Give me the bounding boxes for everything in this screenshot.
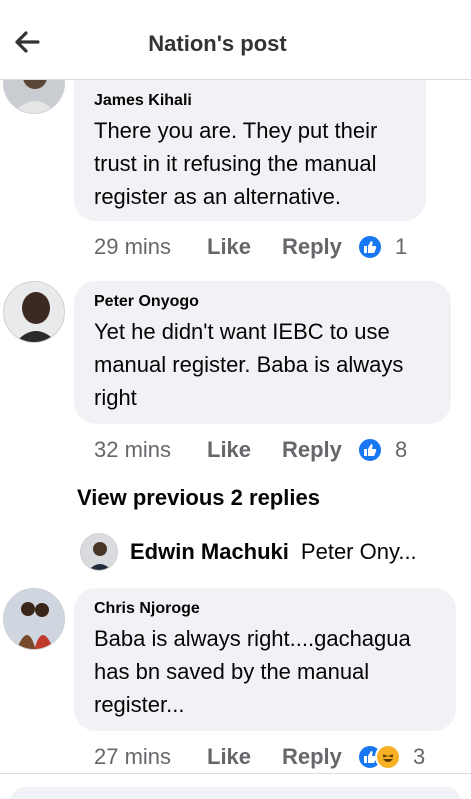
comment-author[interactable]: James Kihali <box>94 92 406 110</box>
comment-actions: 32 mins Like Reply 8 <box>94 435 407 465</box>
like-button[interactable]: Like <box>207 744 282 770</box>
avatar[interactable] <box>3 281 65 343</box>
comment-text: Yet he didn't want IEBC to use manual re… <box>94 319 404 410</box>
comment-bubble[interactable]: Peter Onyogo Yet he didn't want IEBC to … <box>74 281 451 424</box>
avatar[interactable] <box>80 533 118 571</box>
comment-author[interactable]: Peter Onyogo <box>94 293 431 311</box>
comment-composer-bar <box>0 773 471 799</box>
like-reaction-icon <box>357 437 383 463</box>
like-button[interactable]: Like <box>207 234 282 260</box>
avatar[interactable] <box>3 80 65 114</box>
avatar[interactable] <box>3 588 65 650</box>
reply-button[interactable]: Reply <box>282 234 357 260</box>
comment-actions: 29 mins Like Reply 1 <box>94 232 407 262</box>
comments-list[interactable]: James Kihali There you are. They put the… <box>0 80 471 799</box>
comment-time[interactable]: 32 mins <box>94 437 207 463</box>
comment-actions: 27 mins Like Reply 3 <box>94 742 425 772</box>
reply-button[interactable]: Reply <box>282 744 357 770</box>
comment-bubble[interactable]: James Kihali There you are. They put the… <box>74 80 426 221</box>
comment-text: Baba is always right....gachagua has bn … <box>94 626 411 717</box>
haha-reaction-icon <box>375 744 401 770</box>
reply-button[interactable]: Reply <box>282 437 357 463</box>
like-reaction-icon <box>357 234 383 260</box>
reaction-summary[interactable]: 3 <box>357 744 425 770</box>
comment-bubble[interactable]: Chris Njoroge Baba is always right....ga… <box>74 588 456 731</box>
comment-author[interactable]: Chris Njoroge <box>94 600 436 618</box>
view-previous-replies-link[interactable]: View previous 2 replies <box>77 485 320 511</box>
reaction-count: 8 <box>395 437 408 462</box>
reaction-summary[interactable]: 1 <box>357 234 407 260</box>
comment-text: There you are. They put their trust in i… <box>94 118 378 209</box>
reply-snippet: Peter Ony... <box>300 539 417 564</box>
reaction-count: 1 <box>395 234 408 259</box>
page-title: Nation's post <box>148 31 287 56</box>
reaction-count: 3 <box>413 744 426 769</box>
comment-time[interactable]: 29 mins <box>94 234 207 260</box>
reply-preview[interactable]: Edwin Machuki Peter Ony... <box>80 532 417 572</box>
comment-input[interactable] <box>10 787 461 799</box>
like-button[interactable]: Like <box>207 437 282 463</box>
comment-time[interactable]: 27 mins <box>94 744 207 770</box>
top-bar: Nation's post <box>0 0 471 80</box>
reaction-summary[interactable]: 8 <box>357 437 407 463</box>
reply-author[interactable]: Edwin Machuki <box>130 539 289 565</box>
